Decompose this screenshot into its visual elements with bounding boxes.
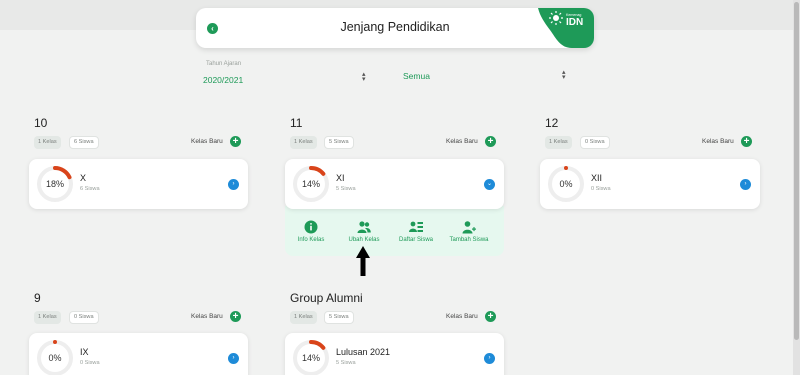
class-student-count: 0 Siswa (591, 186, 611, 192)
sort-caret-icon[interactable]: ▴ ▾ (362, 71, 366, 83)
class-count-badge: 1 Kelas (34, 136, 61, 149)
add-class-button[interactable]: + (741, 136, 752, 147)
action-label: Ubah Kelas (348, 237, 380, 243)
chevron-right-icon[interactable]: › (484, 353, 495, 364)
class-student-count: 0 Siswa (80, 360, 100, 366)
info-icon (304, 220, 318, 234)
student-list-icon (409, 221, 423, 232)
student-count-badge: 5 Siswa (324, 136, 354, 149)
svg-text:IDN: IDN (566, 17, 583, 28)
class-card[interactable]: 14% Lulusan 2021 5 Siswa › (285, 333, 504, 375)
class-student-count: 6 Siswa (80, 186, 100, 192)
progress-percent: 0% (48, 353, 62, 363)
chevron-down-icon[interactable]: ⌄ (484, 179, 495, 190)
year-label: Tahun Ajaran (206, 61, 242, 67)
add-class-button[interactable]: + (230, 311, 241, 322)
new-class-label: Kelas Baru (191, 138, 223, 145)
ubah-kelas-button[interactable]: Ubah Kelas (334, 220, 394, 243)
tambah-siswa-button[interactable]: Tambah Siswa (439, 220, 499, 243)
student-count-badge: 5 Siswa (324, 311, 354, 324)
student-count-badge: 0 Siswa (69, 311, 99, 324)
year-select[interactable]: 2020/2021 (203, 75, 243, 85)
arrow-up-icon (356, 246, 370, 276)
new-class-label: Kelas Baru (702, 138, 734, 145)
add-class-button[interactable]: + (485, 311, 496, 322)
class-card[interactable]: 0% IX 0 Siswa › (29, 333, 248, 375)
chevron-right-icon[interactable]: › (740, 179, 751, 190)
class-name: IX (80, 347, 89, 357)
action-label: Info Kelas (297, 237, 325, 243)
class-student-count: 5 Siswa (336, 360, 356, 366)
chevron-right-icon[interactable]: › (228, 353, 239, 364)
sort-caret-icon[interactable]: ▴ ▾ (562, 69, 566, 81)
class-student-count: 5 Siswa (336, 186, 356, 192)
daftar-siswa-button[interactable]: Daftar Siswa (386, 220, 446, 243)
progress-percent: 18% (45, 179, 64, 189)
action-label: Daftar Siswa (398, 237, 433, 243)
scope-select[interactable]: Semua (403, 71, 430, 81)
idn-logo: Kemenag IDN (538, 8, 594, 48)
class-count-badge: 1 Kelas (34, 311, 61, 324)
class-card-expanded[interactable]: 14% XI 5 Siswa ⌄ (285, 159, 504, 209)
scrollbar-thumb[interactable] (794, 2, 799, 340)
header-card: ‹ Jenjang Pendidikan Kemenag IDN (196, 8, 594, 48)
student-count-badge: 0 Siswa (580, 136, 610, 149)
add-user-icon (462, 221, 476, 234)
class-name: X (80, 173, 87, 183)
new-class-label: Kelas Baru (446, 138, 478, 145)
progress-percent: 0% (559, 179, 573, 189)
group-title: Group Alumni (290, 291, 363, 305)
group-title: 10 (34, 116, 48, 130)
class-count-badge: 1 Kelas (545, 136, 572, 149)
class-name: Lulusan 2021 (336, 347, 391, 357)
add-class-button[interactable]: + (230, 136, 241, 147)
action-label: Tambah Siswa (449, 237, 489, 243)
class-count-badge: 1 Kelas (290, 311, 317, 324)
student-count-badge: 6 Siswa (69, 136, 99, 149)
class-card[interactable]: 0% XII 0 Siswa › (540, 159, 760, 209)
group-title: 12 (545, 116, 559, 130)
users-icon (357, 221, 371, 233)
class-name: XII (591, 173, 603, 183)
group-title: 9 (34, 291, 41, 305)
chevron-right-icon[interactable]: › (228, 179, 239, 190)
class-name: XI (336, 173, 345, 183)
info-kelas-button[interactable]: Info Kelas (281, 220, 341, 243)
progress-percent: 14% (301, 353, 320, 363)
group-title: 11 (290, 116, 303, 130)
class-count-badge: 1 Kelas (290, 136, 317, 149)
add-class-button[interactable]: + (485, 136, 496, 147)
progress-percent: 14% (301, 179, 320, 189)
new-class-label: Kelas Baru (446, 313, 478, 320)
new-class-label: Kelas Baru (191, 313, 223, 320)
class-card[interactable]: 18% X 6 Siswa › (29, 159, 248, 209)
scrollbar[interactable] (793, 0, 800, 375)
